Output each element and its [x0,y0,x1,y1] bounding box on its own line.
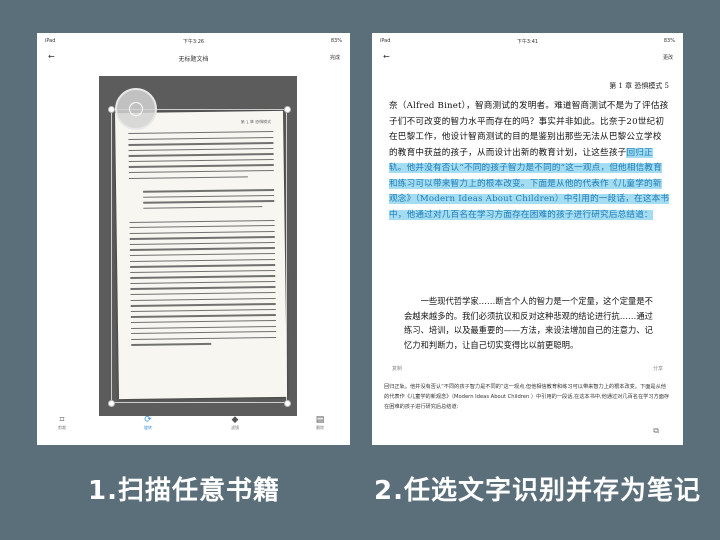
note-preview[interactable]: 回归正轨。他并没有否认“不同的孩子智力是不同的”这一观点,但他相信教育和练习可以… [384,382,671,412]
block-quote: 一些现代哲学家……断言个人的智力是一个定量，这个定量是不会越来越多的。我们必须抗… [404,294,656,352]
crop-handle-bottom-right[interactable] [284,400,291,407]
status-bar: iPad 下午3:26 83% [37,33,350,49]
scan-screen: iPad 下午3:26 83% ← 无标题文档 完成 第 1 章 恐惧模式 ⌗ … [37,33,350,445]
crop-handle-bottom-left[interactable] [108,400,115,407]
filter-tool[interactable]: ◆ 滤镜 [220,415,250,431]
copy-icon[interactable]: ⧉ [653,426,659,436]
crop-tool[interactable]: ⌗ 剪裁 [47,415,77,431]
selected-text-highlight[interactable]: 回归正轨。他并没有否认“不同的孩子智力是不同的”这一观点，但他相信教育和练习可以… [389,147,670,220]
crop-icon: ⌗ [59,415,65,425]
edit-toolbar: ⌗ 剪裁 ⟳ 旋转 ◆ 滤镜 ▤ 删除 [37,411,350,445]
battery-label: 83% [330,38,342,44]
status-time: 下午3:41 [516,39,539,45]
crop-label: 剪裁 [58,425,66,430]
back-arrow-icon[interactable]: ← [383,52,390,61]
document-title: 无标题文档 [178,56,209,63]
crop-handle-top-right[interactable] [284,106,291,113]
status-bar: iPad 下午3:41 83% [372,33,683,49]
share-action[interactable]: 分享 [653,365,663,372]
battery-label: 83% [663,38,675,44]
status-time: 下午3:26 [182,39,205,45]
caption-ocr: 2.任选文字识别并存为笔记 [374,476,701,506]
change-button[interactable]: 更改 [663,54,673,61]
magnifier-loupe [115,88,157,130]
nav-bar: ← 无标题文档 完成 [37,49,350,65]
delete-icon: ▤ [315,415,325,425]
nav-bar: ← 更改 [372,49,683,65]
reader-screen: iPad 下午3:41 83% ← 更改 第 1 章 恐惧模式 5 奈（Alfr… [372,33,683,445]
rotate-icon: ⟳ [144,415,152,425]
filter-label: 滤镜 [231,425,239,430]
chapter-header: 第 1 章 恐惧模式 5 [609,82,669,90]
caption-scan: 1.扫描任意书籍 [88,476,280,506]
scan-preview: 第 1 章 恐惧模式 [99,76,297,416]
rotate-tool[interactable]: ⟳ 旋转 [133,415,163,431]
recognized-text[interactable]: 奈（Alfred Binet），智商测试的发明者。难道智商测试不是为了评估孩子们… [389,99,670,223]
delete-label: 删除 [316,425,324,430]
done-button[interactable]: 完成 [330,54,340,61]
rotate-label: 旋转 [144,425,152,430]
delete-tool[interactable]: ▤ 删除 [305,415,335,431]
quote-text: 一些现代哲学家……断言个人的智力是一个定量，这个定量是不会越来越多的。我们必须抗… [404,296,653,350]
selection-actions: 复制 分享 [392,365,663,377]
copy-action[interactable]: 复制 [392,365,402,372]
crop-handle-top-left[interactable] [108,106,115,113]
crop-frame[interactable] [111,109,287,403]
filter-icon: ◆ [231,415,239,425]
